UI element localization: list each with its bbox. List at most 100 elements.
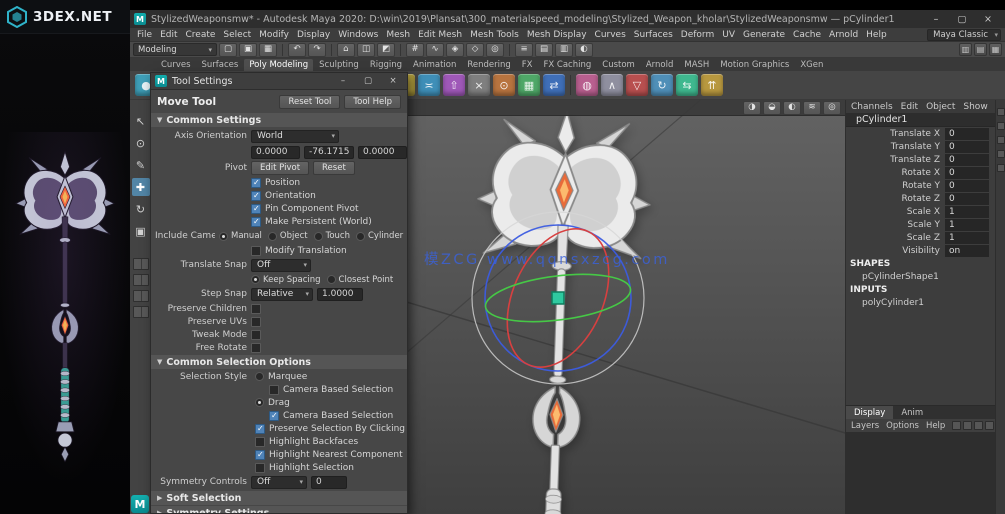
workspace-value[interactable]: Maya Classic [927,29,1001,41]
channel-value-field[interactable]: 0 [945,141,989,153]
radio-option[interactable]: Cylinder [356,231,403,241]
symmetry-dropdown[interactable]: Off [251,476,307,489]
layer-tab[interactable]: Anim [893,406,931,419]
layer-menu[interactable]: Help [926,421,945,431]
checkbox[interactable] [255,450,265,460]
status-icon[interactable]: ◫ [357,43,375,57]
sidebar-toggle-icon[interactable]: ▥ [959,43,972,56]
sidebar-toggle-icon[interactable]: ▦ [989,43,1002,56]
channel-label[interactable]: Translate Z [846,155,945,165]
menu-item[interactable]: UV [718,30,739,40]
status-icon[interactable]: ▢ [219,43,237,57]
menu-item[interactable]: Deform [677,30,718,40]
checkbox[interactable] [255,463,265,473]
status-icon[interactable]: ⌂ [337,43,355,57]
channel-box-menu[interactable]: Object [926,102,955,112]
channel-label[interactable]: Translate X [846,129,945,139]
status-icon[interactable]: ◇ [466,43,484,57]
status-icon[interactable]: ◩ [377,43,395,57]
channel-label[interactable]: Scale Y [846,220,945,230]
status-icon[interactable] [400,44,401,56]
checkbox[interactable] [251,330,261,340]
menu-item[interactable]: Cache [789,30,825,40]
channel-value-field[interactable]: 1 [945,219,989,231]
shelf-icon[interactable]: × [468,74,490,96]
layer-menu[interactable]: Options [886,421,919,431]
menu-item[interactable]: Edit Mesh [414,30,466,40]
status-icon[interactable]: ↷ [308,43,326,57]
shelf-tab[interactable]: Animation [408,59,461,71]
xgen-dock-icon[interactable] [997,164,1005,172]
layout-button[interactable] [133,290,149,302]
checkbox[interactable] [251,204,261,214]
shelf-tab[interactable]: MASH [679,59,714,71]
channel-label[interactable]: Rotate Y [846,181,945,191]
input-node-name[interactable]: polyCylinder1 [846,296,995,309]
channel-label[interactable]: Translate Y [846,142,945,152]
checkbox[interactable] [251,317,261,327]
status-icon[interactable]: ◎ [486,43,504,57]
checkbox[interactable] [251,178,261,188]
menu-item[interactable]: Modify [255,30,293,40]
status-icon[interactable]: ▣ [239,43,257,57]
tool-button[interactable]: ▣ [132,222,150,240]
tool-button[interactable]: ✎ [132,156,150,174]
axis-x-field[interactable]: 0.0000 [251,146,300,159]
axis-orientation-dropdown[interactable]: World [251,130,339,143]
shelf-icon[interactable]: ≍ [418,74,440,96]
checkbox[interactable] [255,437,265,447]
shelf-tab[interactable]: Motion Graphics [715,59,794,71]
step-snap-value-field[interactable]: 1.0000 [317,288,363,301]
status-icon[interactable]: ▥ [555,43,573,57]
channel-label[interactable]: Rotate Z [846,194,945,204]
viewport-toolbar-icon[interactable]: ◒ [763,101,781,115]
viewport-toolbar-icon[interactable]: ◎ [823,101,841,115]
menu-item[interactable]: Windows [334,30,382,40]
checkbox[interactable] [255,424,265,434]
tool-button[interactable]: ✚ [132,178,150,196]
shelf-tab[interactable]: Arnold [641,59,679,71]
status-icon[interactable]: ∿ [426,43,444,57]
layout-button[interactable] [133,274,149,286]
shelf-tab[interactable]: FX [517,59,538,71]
menu-item[interactable]: Surfaces [630,30,677,40]
symmetry-extra-field[interactable]: 0 [311,476,347,489]
status-icon[interactable] [282,44,283,56]
checkbox[interactable] [251,304,261,314]
shelf-tab[interactable]: Poly Modeling [244,59,313,71]
channel-value-field[interactable]: on [945,245,989,257]
channel-box-menu[interactable]: Channels [851,102,893,112]
checkbox[interactable] [269,411,279,421]
menu-item[interactable]: Mesh Tools [466,30,523,40]
channel-value-field[interactable]: 0 [945,154,989,166]
shelf-tab[interactable]: FX Caching [539,59,597,71]
radio-option[interactable]: Touch [314,231,350,241]
channel-label[interactable]: Rotate X [846,168,945,178]
menu-set-dropdown[interactable]: Modeling ▾ [133,43,217,56]
channel-value-field[interactable]: 0 [945,180,989,192]
menu-item[interactable]: Generate [739,30,789,40]
channel-box-menu[interactable]: Show [963,102,987,112]
layer-tab[interactable]: Display [846,406,893,419]
shelf-tab[interactable]: Curves [156,59,196,71]
modeling-toolkit-dock-icon[interactable] [997,150,1005,158]
new-layer-from-selected-icon[interactable] [963,421,972,430]
status-icon[interactable]: # [406,43,424,57]
shelf-icon[interactable]: ∧ [601,74,623,96]
checkbox[interactable] [251,246,261,256]
radio-icon[interactable] [255,398,264,407]
viewport-toolbar-icon[interactable]: ◑ [743,101,761,115]
status-icon[interactable]: ▦ [259,43,277,57]
radio-option[interactable]: Keep Spacing [251,275,321,285]
workspace-selector[interactable]: Maya Classic [927,29,1005,41]
tool-settings-dock-icon[interactable] [997,122,1005,130]
shelf-icon[interactable]: ⇄ [543,74,565,96]
viewport-toolbar-icon[interactable]: ≋ [803,101,821,115]
attribute-editor-dock-icon[interactable] [997,108,1005,116]
menu-item[interactable]: Edit [156,30,181,40]
move-rotate-manipulator[interactable] [463,203,653,393]
channel-value-field[interactable]: 1 [945,232,989,244]
window-titlebar[interactable]: M StylizedWeaponsmw* - Autodesk Maya 202… [130,10,1005,28]
shelf-icon[interactable]: ⇈ [701,74,723,96]
menu-item[interactable]: Arnold [825,30,862,40]
